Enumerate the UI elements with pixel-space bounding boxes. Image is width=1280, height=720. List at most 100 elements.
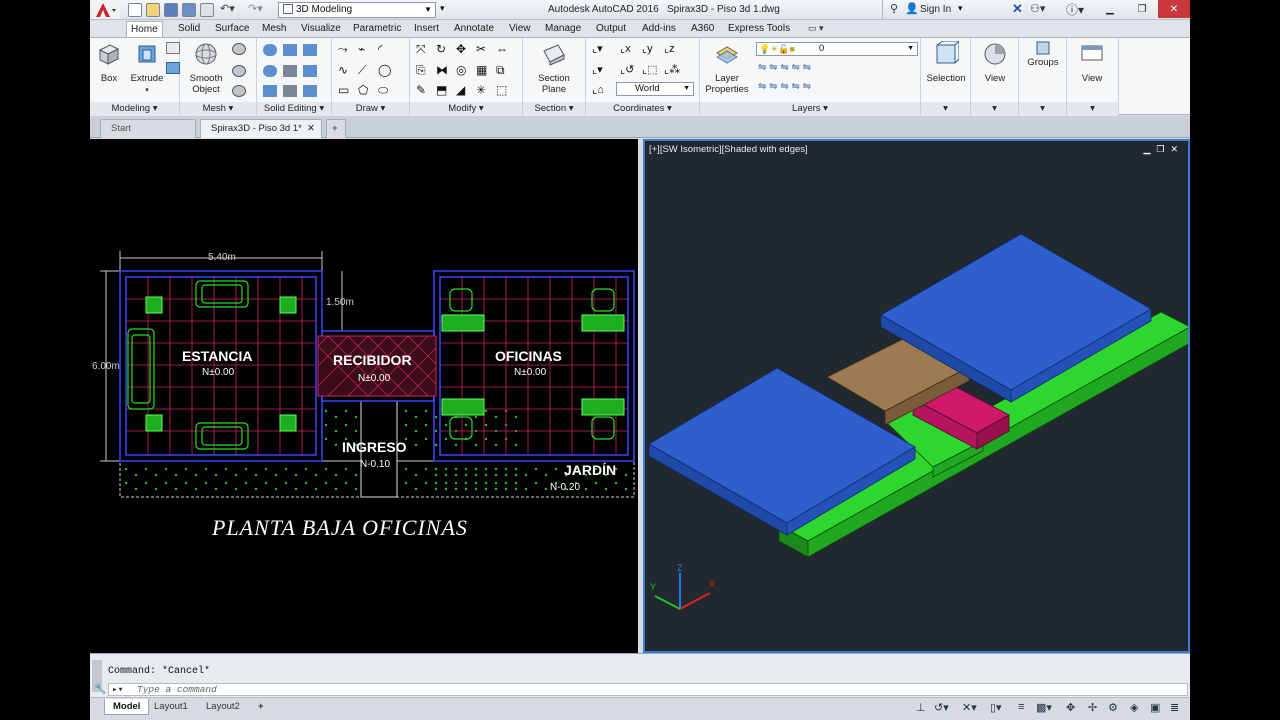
minimize-icon[interactable]: ▁	[1094, 0, 1126, 18]
panel-title-view-2[interactable]: ▾	[1067, 102, 1118, 116]
new-tab-button[interactable]: +	[326, 119, 346, 138]
customize-quick-access-icon[interactable]: ▾	[440, 3, 445, 14]
ucs-3point-icon[interactable]: ⌞⁂	[664, 63, 680, 76]
layer-tools-row2-icon[interactable]: ⇋ ⇋ ⇋ ⇋ ⇋	[758, 81, 811, 92]
polyline-icon[interactable]: ⌁	[358, 42, 365, 56]
viewport-plan[interactable]: 5.40m 6.00m 1.50m ESTANCIA N±0.00 RECIBI…	[90, 139, 638, 653]
exchange-apps-icon[interactable]: ✕	[1012, 1, 1023, 17]
layout-tab-layout1[interactable]: Layout1	[146, 699, 196, 715]
groups-button[interactable]: Groups	[1021, 41, 1065, 68]
panel-title-selection[interactable]: ▾	[921, 102, 970, 116]
tab-manage[interactable]: Manage	[541, 21, 585, 37]
viewport-isometric[interactable]: [+][SW Isometric][Shaded with edges] ▁❐✕	[643, 139, 1190, 653]
panel-title-draw[interactable]: Draw ▾	[332, 102, 409, 116]
fillet-icon[interactable]: ◢	[456, 83, 465, 97]
circle-icon[interactable]: ◯	[378, 63, 391, 77]
wrench-icon[interactable]: 🔧	[94, 684, 106, 695]
panel-title-coordinates[interactable]: Coordinates ▾	[586, 102, 699, 116]
intersect-icon[interactable]	[303, 44, 317, 56]
panel-title-modify[interactable]: Modify ▾	[410, 102, 522, 116]
tab-view[interactable]: View	[505, 21, 535, 37]
ortho-icon[interactable]: ⊥	[916, 701, 926, 714]
tab-add-ins[interactable]: Add-ins	[638, 21, 680, 37]
osnap-icon[interactable]: ✕▾	[962, 701, 977, 714]
mesh-smooth-less-icon[interactable]	[232, 65, 246, 77]
tab-parametric[interactable]: Parametric	[349, 21, 405, 37]
ucs-view-icon[interactable]: ⌞↺	[620, 63, 634, 76]
mirror-icon[interactable]: ⧓	[436, 63, 448, 77]
tab-visualize[interactable]: Visualize	[297, 21, 345, 37]
panel-title-modeling[interactable]: Modeling ▾	[90, 102, 179, 116]
lineweight-icon[interactable]: ≡	[1018, 701, 1024, 713]
panel-title-layers[interactable]: Layers ▾	[700, 102, 920, 116]
rectangle-icon[interactable]: ▭	[338, 83, 349, 97]
section-plane-button[interactable]: Section Plane	[529, 41, 579, 95]
layout-tab-model[interactable]: Model	[104, 699, 150, 715]
customization-icon[interactable]: ≣	[1170, 701, 1179, 714]
command-input[interactable]: ▸▾ Type a command	[108, 683, 1188, 696]
align-icon[interactable]: ⬒	[436, 83, 447, 97]
panel-title-groups[interactable]: ▾	[1019, 102, 1066, 116]
tab-home[interactable]: Home	[126, 21, 163, 37]
ucs-origin-icon[interactable]: ⌞▾	[592, 63, 603, 76]
panel-title-mesh[interactable]: Mesh ▾	[180, 102, 256, 116]
shell-icon[interactable]	[303, 85, 317, 97]
extract-edges-icon[interactable]	[263, 85, 277, 97]
current-layer-dropdown[interactable]: 💡☀🔓■ 0 ▼	[756, 42, 918, 56]
binoculars-icon[interactable]: ⚲	[890, 2, 898, 15]
interfere-icon[interactable]	[263, 65, 277, 77]
ucs-y-icon[interactable]: ⌞y	[642, 42, 653, 55]
file-tab-active[interactable]: Spirax3D - Piso 3d 1* ✕	[200, 119, 322, 138]
box-button[interactable]: Box	[94, 41, 124, 84]
close-icon[interactable]: ✕	[1158, 0, 1190, 18]
tab-mesh[interactable]: Mesh	[258, 21, 290, 37]
explode-icon[interactable]: ✳	[476, 83, 486, 97]
thicken-icon[interactable]	[303, 65, 317, 77]
workspace-dropdown[interactable]: 3D Modeling ▼	[278, 2, 436, 18]
mesh-smooth-more-icon[interactable]	[232, 43, 246, 55]
union-icon[interactable]	[263, 44, 277, 56]
scale-icon[interactable]: ⬚	[496, 83, 507, 97]
ucs-icon[interactable]: ⌞▾	[592, 42, 603, 55]
panel-title-view[interactable]: ▾	[971, 102, 1018, 116]
offset-icon[interactable]: ⧉	[496, 63, 505, 78]
open-folder-icon[interactable]	[146, 3, 160, 17]
tab-express-tools[interactable]: Express Tools	[724, 21, 794, 37]
save-as-icon[interactable]	[182, 3, 196, 17]
view-button[interactable]: View	[973, 41, 1017, 84]
transparency-icon[interactable]: ▩▾	[1036, 701, 1052, 714]
clean-screen-icon[interactable]: ▣	[1150, 701, 1160, 714]
erase-icon[interactable]: ✎	[416, 83, 426, 97]
add-layout-button[interactable]: +	[250, 699, 272, 715]
close-tab-icon[interactable]: ✕	[307, 120, 315, 138]
tab-output[interactable]: Output	[592, 21, 630, 37]
save-icon[interactable]	[164, 3, 178, 17]
smooth-object-button[interactable]: Smooth Object	[186, 41, 226, 95]
chevron-down-icon[interactable]: ▾	[958, 3, 963, 14]
tab-annotate[interactable]: Annotate	[450, 21, 498, 37]
spline-icon[interactable]: ∿	[338, 63, 348, 77]
rotate-icon[interactable]: ↻	[436, 42, 446, 56]
line-icon[interactable]: ⤳	[338, 42, 348, 57]
tab-solid[interactable]: Solid	[174, 21, 204, 37]
subtract-icon[interactable]	[283, 44, 297, 56]
print-icon[interactable]	[200, 3, 214, 17]
rotate3d-icon[interactable]: ◎	[456, 63, 466, 77]
selection-cycling-icon[interactable]: ✥	[1066, 701, 1075, 714]
extrude-button[interactable]: Extrude ▾	[130, 41, 164, 96]
mesh-refine-icon[interactable]	[232, 85, 246, 97]
annotation-scale-icon[interactable]: ✢	[1088, 701, 1097, 714]
ucs-z-icon[interactable]: ⌞z	[664, 42, 675, 55]
ucs-dropdown[interactable]: World ▼	[616, 82, 694, 96]
layout-tab-layout2[interactable]: Layout2	[198, 699, 248, 715]
selection-button[interactable]: Selection	[923, 40, 969, 84]
polyline-icon[interactable]: ⟋	[358, 63, 366, 78]
polygon-icon[interactable]: ⬠	[358, 83, 368, 97]
isolate-objects-icon[interactable]: ◈	[1130, 701, 1138, 714]
ucs-object-icon[interactable]: ⌞⬚	[642, 63, 658, 76]
trim-icon[interactable]: ✂	[476, 42, 486, 56]
tab-insert[interactable]: Insert	[410, 21, 443, 37]
imprint-icon[interactable]	[283, 85, 297, 97]
a360-icon[interactable]: ⚇▾	[1030, 2, 1045, 15]
help-icon[interactable]: ⓘ▾	[1066, 1, 1084, 18]
